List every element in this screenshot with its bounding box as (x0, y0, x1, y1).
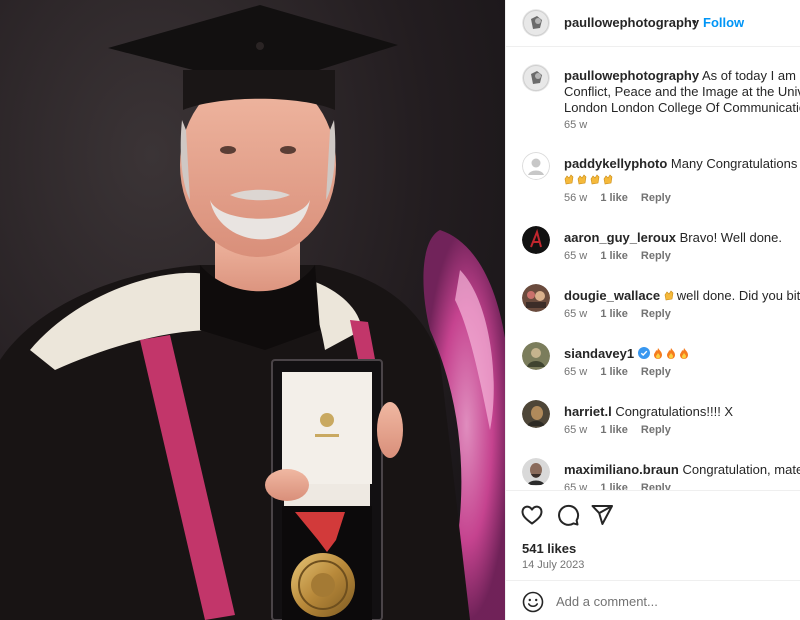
caption-line-2: Conflict, Peace and the Image at the Uni… (564, 84, 800, 99)
author-username[interactable]: paullowephotography (564, 15, 699, 30)
post-header: paullowephotography • Follow (506, 0, 800, 47)
comment-body: Congratulations!!!! X (615, 404, 734, 419)
comment-time[interactable]: 65 w (564, 366, 587, 378)
comment-time[interactable]: 56 w (564, 192, 587, 204)
comment-username[interactable]: siandavey1 (564, 346, 634, 361)
reply-button[interactable]: Reply (641, 192, 671, 204)
comment-time[interactable]: 65 w (564, 482, 587, 490)
reply-button[interactable]: Reply (641, 482, 671, 490)
comment-meta: 65 w 1 like Reply (564, 482, 681, 490)
fire-emoji-icon (679, 346, 692, 361)
comment-username[interactable]: dougie_wallace (564, 288, 660, 303)
author-avatar[interactable] (522, 9, 550, 37)
reply-button[interactable]: Reply (641, 424, 671, 436)
comment-likes[interactable]: 1 like (600, 366, 628, 378)
post-date[interactable]: 14 July 2023 (522, 559, 584, 571)
comment-time[interactable]: 65 w (564, 250, 587, 262)
comment-likes[interactable]: 1 like (600, 424, 628, 436)
comment-body: Congratulation, mate! (682, 462, 800, 477)
comment-username[interactable]: aaron_guy_leroux (564, 230, 676, 245)
comment-likes[interactable]: 1 like (600, 308, 628, 320)
add-comment-input[interactable] (556, 590, 786, 612)
reply-button[interactable]: Reply (641, 366, 671, 378)
comment-text: harriet.l Congratulations!!!! X (564, 404, 800, 420)
comment-username[interactable]: paddykellyphoto (564, 156, 667, 171)
caption-line-1: As of today I am off (701, 68, 800, 83)
fire-emoji-icon (653, 346, 666, 361)
comment-text: maximiliano.braun Congratulation, mate! (564, 462, 800, 478)
clap-emoji-icon (564, 172, 577, 187)
follow-button[interactable]: Follow (703, 15, 744, 30)
post-photo[interactable] (0, 0, 505, 620)
reply-button[interactable]: Reply (641, 250, 671, 262)
header-separator: • (692, 14, 697, 29)
clap-emoji-icon (664, 288, 677, 303)
comment-body: Many Congratulations Pa (670, 156, 800, 171)
share-icon[interactable] (590, 503, 614, 527)
post-actions: 541 likes 14 July 2023 (506, 490, 800, 580)
commenter-avatar[interactable] (522, 284, 550, 312)
clap-emoji-icon (590, 172, 603, 187)
comment-username[interactable]: harriet.l (564, 404, 612, 419)
reply-button[interactable]: Reply (641, 308, 671, 320)
comment-username[interactable]: maximiliano.braun (564, 462, 679, 477)
commenter-avatar[interactable] (522, 226, 550, 254)
smiley-icon[interactable] (522, 591, 544, 613)
comment-meta: 56 w 1 like Reply (564, 192, 681, 204)
caption-line-3: London London College Of Communication (564, 100, 800, 115)
comment-icon[interactable] (556, 503, 580, 527)
commenter-avatar[interactable] (522, 458, 550, 486)
likes-count[interactable]: 541 likes (522, 541, 576, 556)
comment-text: paddykellyphoto Many Congratulations Pa (564, 156, 800, 188)
caption-username[interactable]: paullowephotography (564, 68, 699, 83)
caption-meta: 65 w (564, 119, 597, 131)
clap-emoji-icon (577, 172, 590, 187)
comment-text: dougie_wallace well done. Did you bite (564, 288, 800, 304)
comment-body: Bravo! Well done. (679, 230, 782, 245)
comment-meta: 65 w 1 like Reply (564, 424, 681, 436)
commenter-avatar[interactable] (522, 342, 550, 370)
comment-likes[interactable]: 1 like (600, 482, 628, 490)
comment-text: aaron_guy_leroux Bravo! Well done. (564, 230, 800, 246)
comment-time[interactable]: 65 w (564, 424, 587, 436)
comment-meta: 65 w 1 like Reply (564, 366, 681, 378)
comment-likes[interactable]: 1 like (600, 250, 628, 262)
verified-badge-icon (637, 346, 650, 361)
comment-meta: 65 w 1 like Reply (564, 250, 681, 262)
caption-time[interactable]: 65 w (564, 119, 587, 131)
comment-time[interactable]: 65 w (564, 308, 587, 320)
commenter-avatar[interactable] (522, 400, 550, 428)
comment-likes[interactable]: 1 like (600, 192, 628, 204)
comment-text: siandavey1 (564, 346, 800, 362)
comments-list[interactable]: paullowephotography As of today I am off… (506, 48, 800, 490)
comment-meta: 65 w 1 like Reply (564, 308, 681, 320)
comment-body: well done. Did you bite (676, 288, 800, 303)
heart-icon[interactable] (520, 503, 544, 527)
fire-emoji-icon (666, 346, 679, 361)
caption-text: paullowephotography As of today I am off… (564, 68, 800, 116)
commenter-avatar[interactable] (522, 152, 550, 180)
add-comment-bar (506, 580, 800, 620)
post-photo-illustration (0, 5, 505, 620)
caption-avatar[interactable] (522, 64, 550, 92)
clap-emoji-icon (603, 172, 616, 187)
post-side-panel: paullowephotography • Follow paullowepho… (505, 0, 800, 620)
